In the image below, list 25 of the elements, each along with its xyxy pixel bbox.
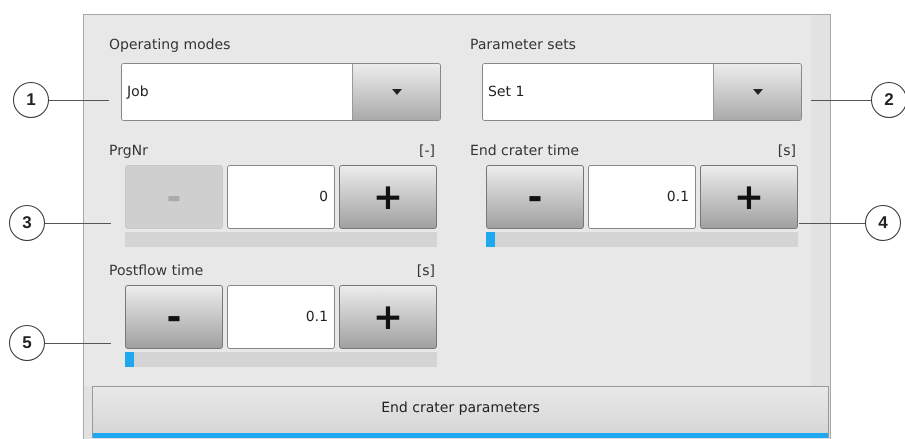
callout-number: 2 [871,82,905,118]
value-field[interactable]: 0 [227,165,335,229]
callout-number: 5 [9,325,45,361]
leader-line [45,342,111,344]
callout-number: 1 [13,82,49,118]
field-label: End crater time [470,143,580,159]
leader-line [799,222,865,224]
unit-label: [-] [419,143,435,159]
field-label: Postflow time [109,263,204,279]
unit-label: [s] [778,143,796,159]
increment-button[interactable]: + [700,165,798,229]
field-label: Operating modes [109,37,230,53]
leader-line [45,222,111,224]
value-field[interactable]: 0.1 [227,285,335,349]
field-label: PrgNr [109,143,148,159]
decrement-button[interactable]: - [486,165,584,229]
unit-label: [s] [416,263,435,279]
field-label: Parameter sets [470,37,576,53]
value-field[interactable]: 0.1 [588,165,696,229]
callout-number: 4 [865,205,901,241]
decrement-button[interactable]: - [125,285,223,349]
increment-button[interactable]: + [339,285,437,349]
tab[interactable]: End crater parameters [92,386,829,438]
increment-button[interactable]: + [339,165,437,229]
callout-number: 3 [9,205,45,241]
